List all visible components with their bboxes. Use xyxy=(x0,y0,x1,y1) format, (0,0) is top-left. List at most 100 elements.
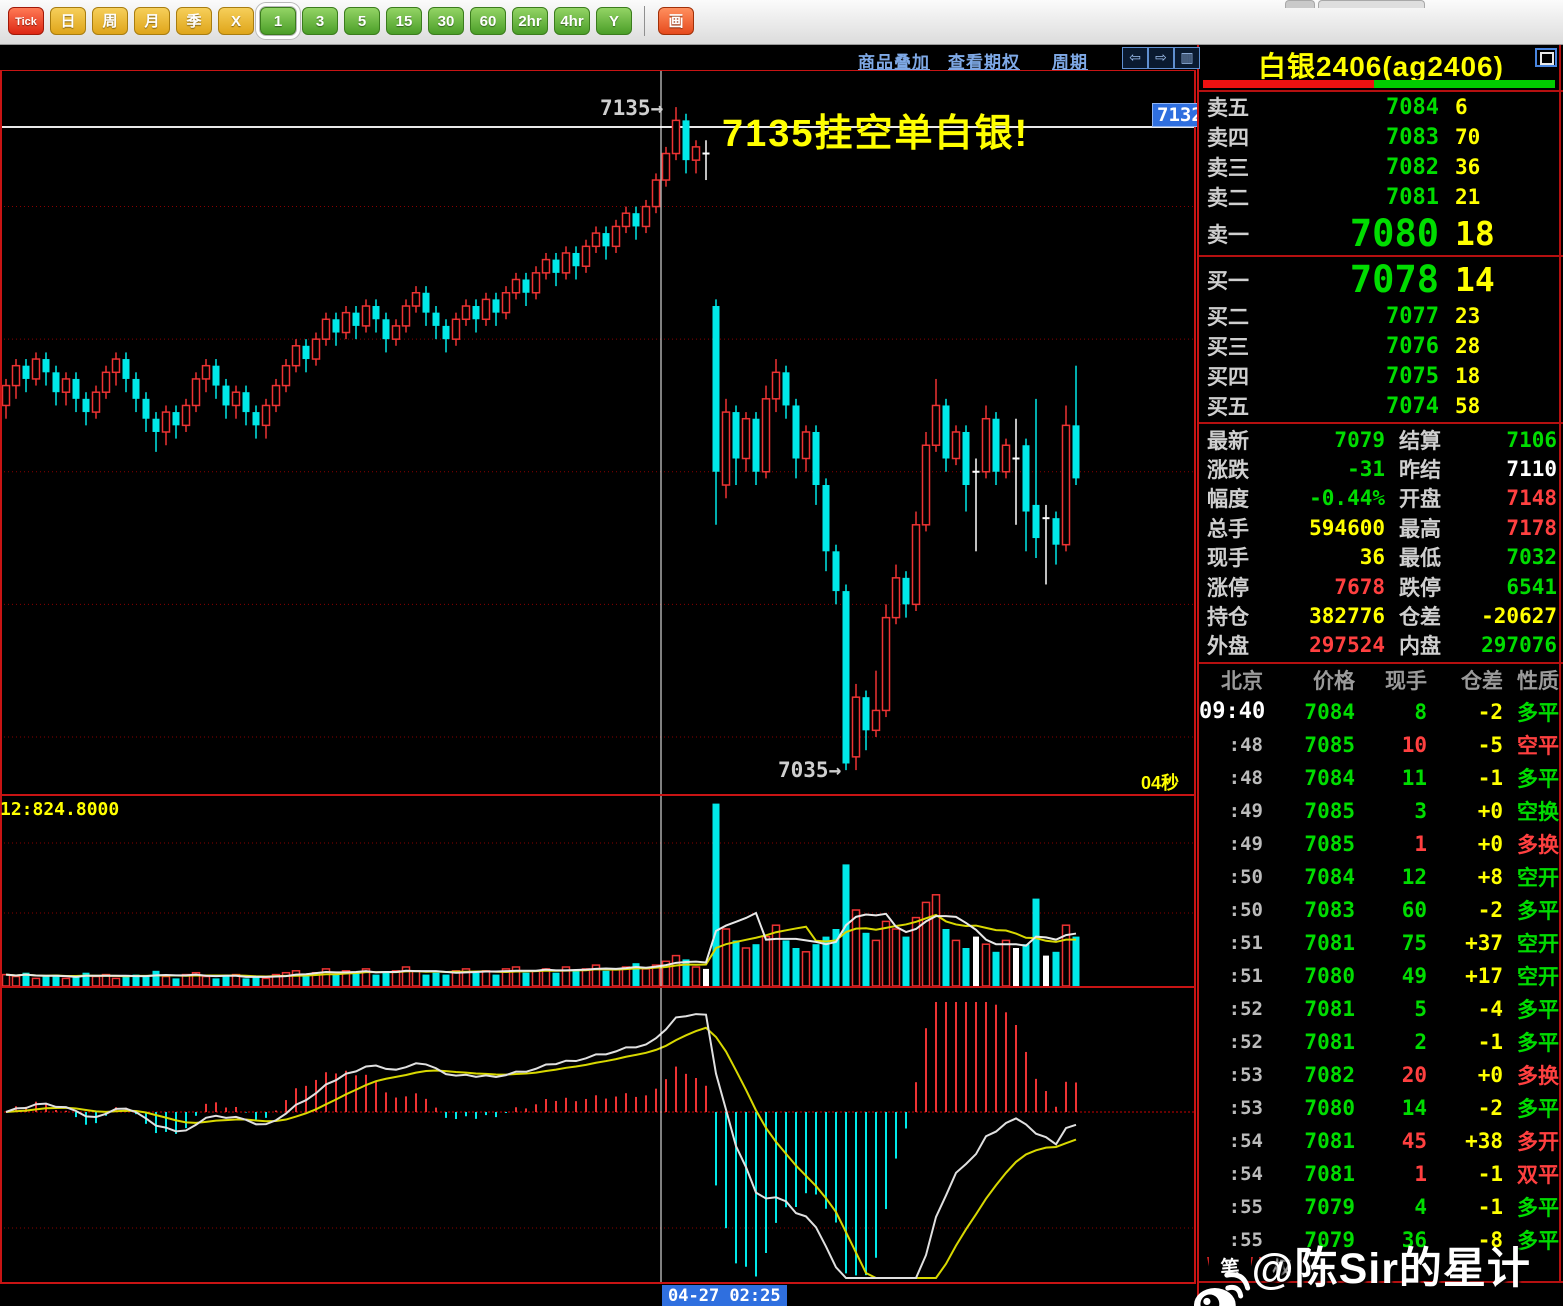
period-button-30[interactable]: 30 xyxy=(428,7,464,35)
split-window-icon[interactable]: ▥ xyxy=(1174,47,1200,69)
ask-level-row[interactable]: 卖二708121 xyxy=(1199,182,1563,212)
bid-level-label: 买三 xyxy=(1199,331,1279,361)
period-button-60[interactable]: 60 xyxy=(470,7,506,35)
bid-level-row[interactable]: 买五707458 xyxy=(1199,391,1563,421)
period-button-月[interactable]: 月 xyxy=(134,7,170,35)
tick-oi-change: -1 xyxy=(1427,1030,1503,1054)
menu-link-1[interactable]: 商品叠加 xyxy=(858,48,930,73)
tick-price: 7081 xyxy=(1263,1162,1355,1186)
tick-price: 7079 xyxy=(1263,1195,1355,1219)
bid-level-row[interactable]: 买三707628 xyxy=(1199,331,1563,361)
tick-row[interactable]: :5270815-4多平 xyxy=(1199,992,1563,1025)
tick-header-1: 北京 xyxy=(1199,665,1263,695)
chart-canvas[interactable] xyxy=(0,0,1196,1306)
tick-time: :51 xyxy=(1199,965,1263,987)
separator xyxy=(1199,662,1563,664)
restore-window-icon[interactable] xyxy=(1535,48,1557,67)
tick-row[interactable]: :51708049+17空开 xyxy=(1199,959,1563,992)
period-button-2hr[interactable]: 2hr xyxy=(512,7,548,35)
tick-price: 7080 xyxy=(1263,1096,1355,1120)
period-button-15[interactable]: 15 xyxy=(386,7,422,35)
tick-row[interactable]: :53708220+0多换 xyxy=(1199,1058,1563,1091)
window-tab-sliver[interactable] xyxy=(1285,0,1315,8)
bid-level-row[interactable]: 买一707814 xyxy=(1199,258,1563,301)
tick-nature: 空开 xyxy=(1503,862,1563,892)
tick-row[interactable]: :50708360-2多平 xyxy=(1199,893,1563,926)
tick-oi-change: -2 xyxy=(1427,700,1503,724)
tick-row[interactable]: :5270812-1多平 xyxy=(1199,1025,1563,1058)
tick-oi-change: +0 xyxy=(1427,799,1503,823)
tick-price: 7081 xyxy=(1263,931,1355,955)
window-tab-sliver[interactable] xyxy=(1318,0,1425,8)
tick-time: :49 xyxy=(1199,800,1263,822)
period-button-Y[interactable]: Y xyxy=(596,7,632,35)
tick-row[interactable]: :48708510-5空平 xyxy=(1199,728,1563,761)
tick-row[interactable]: :4970851+0多换 xyxy=(1199,827,1563,860)
menu-link-2[interactable]: 查看期权 xyxy=(948,48,1020,73)
tick-time: :52 xyxy=(1199,1031,1263,1053)
period-toolbar: Tick日周月季X1351530602hr4hrY画 xyxy=(0,0,1563,45)
bid-volume: 18 xyxy=(1439,364,1480,388)
tick-time: :50 xyxy=(1199,866,1263,888)
forward-arrow-icon[interactable]: ⇨ xyxy=(1148,47,1174,69)
bid-level-row[interactable]: 买二707723 xyxy=(1199,301,1563,331)
period-button-日[interactable]: 日 xyxy=(50,7,86,35)
contract-title: 白银2406(ag2406) xyxy=(1199,45,1563,79)
period-button-画[interactable]: 画 xyxy=(658,7,694,35)
stat-label: 幅度 xyxy=(1199,483,1273,513)
tick-nature: 多平 xyxy=(1503,1093,1563,1123)
tick-row[interactable]: :50708412+8空开 xyxy=(1199,860,1563,893)
tick-row[interactable]: :51708175+37空开 xyxy=(1199,926,1563,959)
stat-label: 最新 xyxy=(1199,425,1273,455)
tick-price: 7084 xyxy=(1263,865,1355,889)
period-button-X[interactable]: X xyxy=(218,7,254,35)
stat-value: -20627 xyxy=(1463,604,1563,628)
tick-oi-change: -2 xyxy=(1427,898,1503,922)
period-button-周[interactable]: 周 xyxy=(92,7,128,35)
ask-level-row[interactable]: 卖三708236 xyxy=(1199,152,1563,182)
period-button-季[interactable]: 季 xyxy=(176,7,212,35)
stat-label: 最低 xyxy=(1385,542,1463,572)
stat-value: 7678 xyxy=(1273,575,1385,599)
tick-price: 7084 xyxy=(1263,766,1355,790)
ask-level-row[interactable]: 卖一708018 xyxy=(1199,212,1563,255)
stat-label: 外盘 xyxy=(1199,630,1273,660)
period-button-4hr[interactable]: 4hr xyxy=(554,7,590,35)
tick-time: :54 xyxy=(1199,1130,1263,1152)
tick-time: :48 xyxy=(1199,734,1263,756)
tick-row[interactable]: :53708014-2多平 xyxy=(1199,1091,1563,1124)
tick-row[interactable]: 09:4070848-2多平 xyxy=(1199,695,1563,728)
tick-time: :48 xyxy=(1199,767,1263,789)
tick-oi-change: -1 xyxy=(1427,1195,1503,1219)
stat-label: 结算 xyxy=(1385,425,1463,455)
period-button-Tick[interactable]: Tick xyxy=(8,7,44,35)
tick-row[interactable]: :5470811-1双平 xyxy=(1199,1157,1563,1190)
ask-level-row[interactable]: 卖五70846 xyxy=(1199,92,1563,122)
tick-oi-change: -2 xyxy=(1427,1096,1503,1120)
tick-nature: 双平 xyxy=(1503,1159,1563,1189)
tick-oi-change: +8 xyxy=(1427,865,1503,889)
tick-oi-change: -5 xyxy=(1427,733,1503,757)
ask-level-label: 卖三 xyxy=(1199,152,1279,182)
tick-row[interactable]: :48708411-1多平 xyxy=(1199,761,1563,794)
period-button-5[interactable]: 5 xyxy=(344,7,380,35)
tick-row[interactable]: :4970853+0空换 xyxy=(1199,794,1563,827)
tick-nature: 多平 xyxy=(1503,1192,1563,1222)
back-arrow-icon[interactable]: ⇦ xyxy=(1122,47,1148,69)
tick-row[interactable]: :5570794-1多平 xyxy=(1199,1190,1563,1223)
bid-price: 7076 xyxy=(1279,334,1439,359)
chart-menubar: 商品叠加查看期权周期⇦⇨▥ xyxy=(0,45,1196,70)
menu-link-3[interactable]: 周期 xyxy=(1052,48,1088,73)
tick-row[interactable]: :54708145+38多开 xyxy=(1199,1124,1563,1157)
period-button-3[interactable]: 3 xyxy=(302,7,338,35)
tick-nature: 多平 xyxy=(1503,697,1563,727)
tick-oi-change: +37 xyxy=(1427,931,1503,955)
tick-nature: 多换 xyxy=(1503,1060,1563,1090)
period-button-1[interactable]: 1 xyxy=(260,7,296,35)
ask-level-row[interactable]: 卖四708370 xyxy=(1199,122,1563,152)
stat-value: 297076 xyxy=(1463,633,1563,657)
stat-value: 6541 xyxy=(1463,575,1563,599)
bid-level-row[interactable]: 买四707518 xyxy=(1199,361,1563,391)
tick-oi-change: -1 xyxy=(1427,1162,1503,1186)
stat-value: -31 xyxy=(1273,457,1385,481)
